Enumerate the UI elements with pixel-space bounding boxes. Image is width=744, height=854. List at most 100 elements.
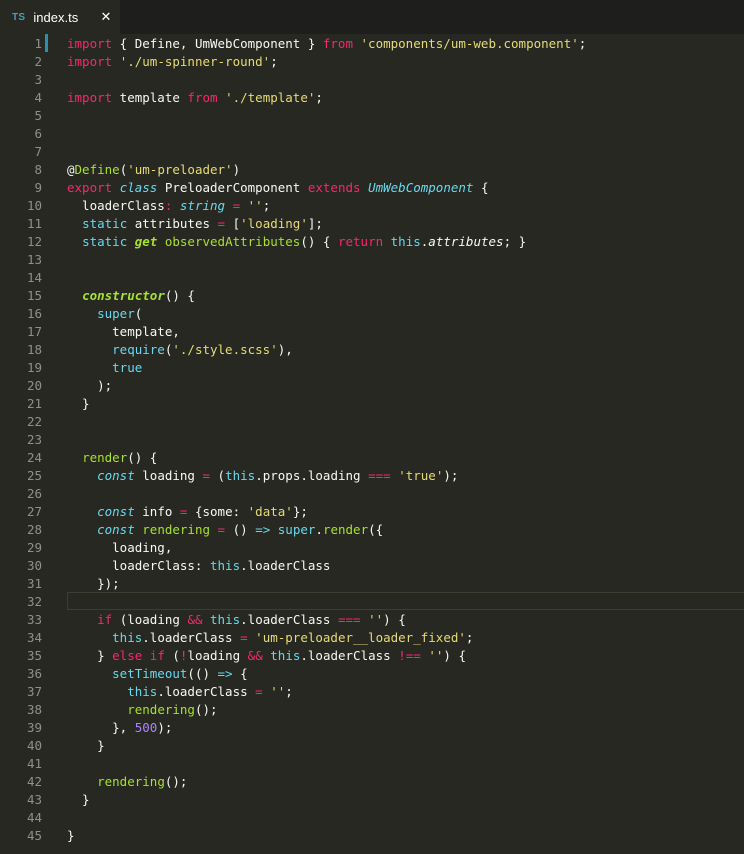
code-line[interactable]: 45} xyxy=(0,826,744,844)
code-line[interactable]: 35 } else if (!loading && this.loaderCla… xyxy=(0,646,744,664)
code-line[interactable]: 39 }, 500); xyxy=(0,718,744,736)
code-line[interactable]: 44 xyxy=(0,808,744,826)
code-line[interactable]: 29 loading, xyxy=(0,538,744,556)
line-number: 21 xyxy=(26,395,42,411)
close-icon[interactable]: ✕ xyxy=(98,10,114,25)
code-line[interactable]: 26 xyxy=(0,484,744,502)
line-number: 14 xyxy=(26,269,42,285)
code-line[interactable]: 40 } xyxy=(0,736,744,754)
code-token: 'true' xyxy=(398,467,444,483)
code-token: if xyxy=(97,611,113,627)
code-line[interactable]: 6 xyxy=(0,124,744,142)
code-token: ) { xyxy=(443,647,466,663)
code-token: string xyxy=(179,197,226,213)
code-line[interactable]: 11 static attributes = ['loading']; xyxy=(0,214,744,232)
code-token: => xyxy=(255,521,271,537)
code-token: static xyxy=(82,233,128,249)
line-number: 39 xyxy=(26,719,42,735)
code-text: ); xyxy=(67,378,112,393)
code-line[interactable]: 43 } xyxy=(0,790,744,808)
code-line[interactable]: 22 xyxy=(0,412,744,430)
code-line[interactable]: 15 constructor() { xyxy=(0,286,744,304)
code-line[interactable]: 1 import { Define, UmWebComponent } from … xyxy=(0,34,744,52)
code-token: = xyxy=(232,197,241,213)
code-line[interactable]: 3 xyxy=(0,70,744,88)
code-text: import template from './template'; xyxy=(67,90,323,105)
code-token: ), xyxy=(277,341,293,357)
code-line[interactable]: 19 true xyxy=(0,358,744,376)
code-token: './um-spinner-round' xyxy=(119,53,271,69)
code-token: info xyxy=(134,503,180,519)
code-line[interactable]: 36 setTimeout(() => { xyxy=(0,664,744,682)
code-token: template xyxy=(112,89,188,105)
code-line[interactable]: 18 require('./style.scss'), xyxy=(0,340,744,358)
code-line[interactable]: 14 xyxy=(0,268,744,286)
code-text: constructor() { xyxy=(67,288,195,303)
code-text: super( xyxy=(67,306,142,321)
line-number: 36 xyxy=(26,665,42,681)
code-token: this xyxy=(210,611,241,627)
code-token: () { xyxy=(127,449,158,465)
code-line[interactable]: 34 this.loaderClass = 'um-preloader__loa… xyxy=(0,628,744,646)
code-token: from xyxy=(322,35,353,51)
code-line[interactable]: 24 render() { xyxy=(0,448,744,466)
code-token: (() xyxy=(187,665,218,681)
code-token: './style.scss' xyxy=(172,341,278,357)
code-line[interactable]: 2 import './um-spinner-round'; xyxy=(0,52,744,70)
code-token: 'data' xyxy=(247,503,293,519)
code-token: !== xyxy=(398,647,421,663)
tab-index-ts[interactable]: TS index.ts ✕ xyxy=(0,0,120,34)
code-token: ) xyxy=(232,161,241,177)
code-line[interactable]: 10 loaderClass: string = ''; xyxy=(0,196,744,214)
code-line[interactable]: 4 import template from './template'; xyxy=(0,88,744,106)
code-line[interactable]: 12 static get observedAttributes() { ret… xyxy=(0,232,744,250)
code-token: = xyxy=(255,683,263,699)
code-line[interactable]: 5 xyxy=(0,106,744,124)
code-line[interactable]: 38 rendering(); xyxy=(0,700,744,718)
code-line[interactable]: 7 xyxy=(0,142,744,160)
code-line[interactable]: 23 xyxy=(0,430,744,448)
code-line[interactable]: 13 xyxy=(0,250,744,268)
code-token: ( xyxy=(134,305,143,321)
code-token: require xyxy=(112,341,165,357)
code-line[interactable]: 31 }); xyxy=(0,574,744,592)
code-token: } xyxy=(67,791,90,807)
code-line[interactable]: 9 export class PreloaderComponent extends… xyxy=(0,178,744,196)
code-line[interactable]: 16 super( xyxy=(0,304,744,322)
line-number: 2 xyxy=(34,53,42,69)
code-token: (loading xyxy=(112,611,188,627)
code-line[interactable]: 33 if (loading && this.loaderClass === '… xyxy=(0,610,744,628)
code-line[interactable]: 42 rendering(); xyxy=(0,772,744,790)
code-line[interactable]: 20 ); xyxy=(0,376,744,394)
code-lines: 1 import { Define, UmWebComponent } from … xyxy=(0,34,744,844)
code-line[interactable]: 17 template, xyxy=(0,322,744,340)
code-token: const xyxy=(97,503,135,519)
line-number: 20 xyxy=(26,377,42,393)
code-line[interactable]: 8 @Define('um-preloader') xyxy=(0,160,744,178)
code-line[interactable]: 37 this.loaderClass = ''; xyxy=(0,682,744,700)
code-line[interactable]: 21 } xyxy=(0,394,744,412)
code-line[interactable]: 41 xyxy=(0,754,744,772)
code-token: ); xyxy=(157,719,173,735)
code-token: const xyxy=(97,521,135,537)
code-line[interactable]: 25 const loading = (this.props.loading =… xyxy=(0,466,744,484)
line-number: 26 xyxy=(26,485,42,501)
code-token: ) { xyxy=(383,611,406,627)
code-text: true xyxy=(67,360,142,375)
code-line[interactable]: 32 xyxy=(0,592,744,610)
typescript-file-icon: TS xyxy=(12,11,26,23)
code-token: rendering xyxy=(142,521,211,537)
line-number: 45 xyxy=(26,827,42,843)
line-number: 42 xyxy=(26,773,42,789)
code-line[interactable]: 30 loaderClass: this.loaderClass xyxy=(0,556,744,574)
code-line[interactable]: 28 const rendering = () => super.render(… xyxy=(0,520,744,538)
code-line[interactable]: 27 const info = {some: 'data'}; xyxy=(0,502,744,520)
code-token: ; xyxy=(578,35,587,51)
code-editor[interactable]: 1 import { Define, UmWebComponent } from … xyxy=(0,34,744,854)
code-text: loaderClass: string = ''; xyxy=(67,198,270,213)
